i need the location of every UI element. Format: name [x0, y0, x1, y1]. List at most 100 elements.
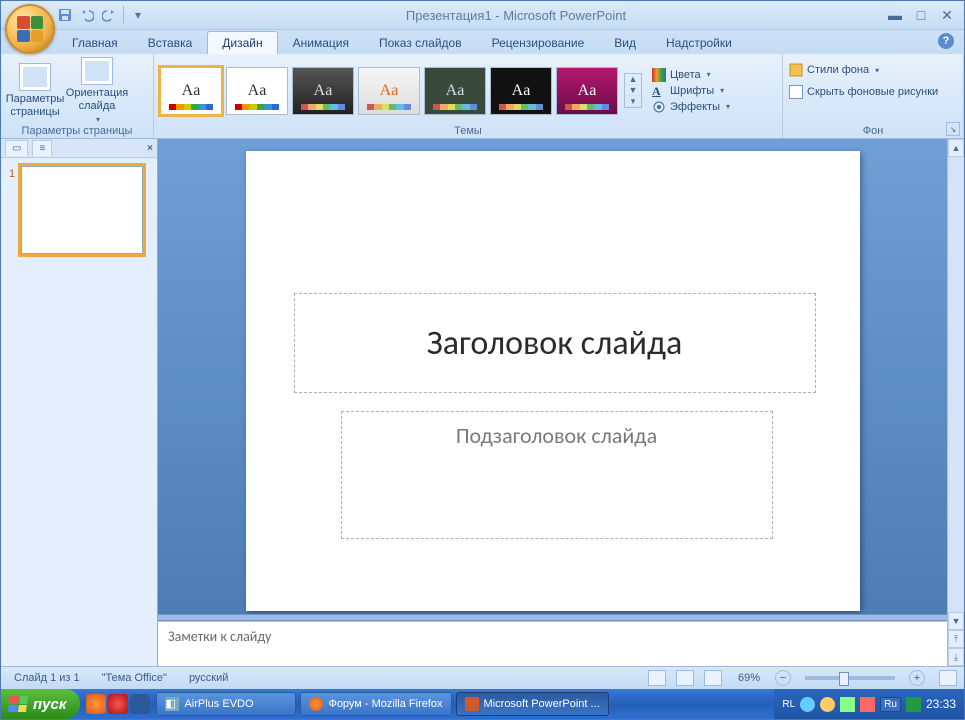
windows-logo-icon — [8, 696, 28, 712]
colors-icon — [652, 68, 666, 82]
qat-dropdown-icon[interactable]: ▾ — [130, 7, 146, 23]
window-title: Презентация1 - Microsoft PowerPoint — [146, 8, 886, 23]
ribbon: Параметры страницы Ориентация слайда▾ Па… — [1, 54, 964, 139]
view-slideshow-button[interactable] — [704, 670, 722, 686]
zoom-out-button[interactable]: − — [775, 670, 791, 686]
tab-home[interactable]: Главная — [57, 31, 133, 54]
slide-orientation-button[interactable]: Ориентация слайда▾ — [69, 57, 125, 123]
status-language[interactable]: русский — [182, 671, 235, 685]
outline-tab-icon[interactable]: ▭ — [5, 140, 28, 156]
workspace: ▭ ≡ × 1 Заголовок слайда Подзаголовок сл… — [1, 139, 964, 666]
theme-effects-button[interactable]: Эффекты▾ — [652, 100, 730, 114]
undo-icon[interactable] — [79, 7, 95, 23]
tab-addins[interactable]: Надстройки — [651, 31, 747, 54]
tray-icon-2[interactable] — [820, 697, 835, 712]
redo-icon[interactable] — [101, 7, 117, 23]
subtitle-placeholder[interactable]: Подзаголовок слайда — [341, 411, 773, 539]
titlebar: ▾ Презентация1 - Microsoft PowerPoint ▬ … — [1, 1, 964, 30]
tray-icon-5[interactable] — [906, 697, 921, 712]
maximize-button[interactable]: □ — [912, 7, 930, 24]
view-normal-button[interactable] — [648, 670, 666, 686]
background-styles-button[interactable]: Стили фона▾ — [789, 63, 879, 77]
hide-bg-graphics-checkbox[interactable]: Скрыть фоновые рисунки — [789, 85, 938, 99]
tab-review[interactable]: Рецензирование — [477, 31, 600, 54]
theme-4[interactable]: Aa — [358, 67, 420, 115]
scroll-down-icon[interactable]: ▼ — [948, 612, 964, 630]
panel-close-icon[interactable]: × — [147, 143, 153, 154]
office-button[interactable] — [5, 4, 55, 54]
zoom-in-button[interactable]: + — [909, 670, 925, 686]
tab-slideshow[interactable]: Показ слайдов — [364, 31, 477, 54]
ql-misc-icon[interactable] — [130, 694, 150, 714]
taskbar-app-1-label: AirPlus EVDO — [184, 698, 253, 710]
taskbar-app-3-label: Microsoft PowerPoint ... — [484, 698, 600, 710]
theme-3[interactable]: Aa — [292, 67, 354, 115]
close-button[interactable]: ✕ — [938, 7, 956, 24]
page-setup-button[interactable]: Параметры страницы — [7, 63, 63, 118]
fit-slide-button[interactable] — [939, 670, 957, 686]
subtitle-text: Подзаголовок слайда — [456, 422, 657, 449]
tray-icon-4[interactable] — [860, 697, 875, 712]
vertical-scrollbar[interactable]: ▲ ▼ ⤒ ⤓ — [947, 139, 964, 666]
lang-indicator[interactable]: RL — [782, 699, 795, 710]
keyboard-layout[interactable]: Ru — [880, 697, 901, 712]
group-page-setup: Параметры страницы — [7, 124, 147, 138]
ribbon-tabs: Главная Вставка Дизайн Анимация Показ сл… — [1, 30, 964, 54]
orientation-label: Ориентация слайда — [66, 87, 128, 112]
background-dialog-launcher[interactable]: ↘ — [946, 122, 960, 136]
tab-view[interactable]: Вид — [599, 31, 651, 54]
minimize-button[interactable]: ▬ — [886, 7, 904, 24]
slide-canvas[interactable]: Заголовок слайда Подзаголовок слайда — [158, 139, 947, 614]
slides-panel: ▭ ≡ × 1 — [1, 139, 158, 666]
taskbar-app-2[interactable]: Форум - Mozilla Firefox — [300, 692, 451, 716]
theme-7[interactable]: Aa — [556, 67, 618, 115]
prev-slide-icon[interactable]: ⤒ — [948, 630, 964, 648]
slides-tab-icon[interactable]: ≡ — [32, 140, 52, 156]
zoom-percent[interactable]: 69% — [731, 671, 767, 685]
group-themes: Темы — [160, 124, 776, 138]
theme-gallery-scroll[interactable]: ▲▼▾ — [624, 73, 642, 108]
theme-office[interactable]: Aa — [160, 67, 222, 115]
taskbar-app-2-label: Форум - Mozilla Firefox — [328, 698, 442, 710]
ql-firefox-icon[interactable] — [86, 694, 106, 714]
notes-placeholder: Заметки к слайду — [168, 628, 271, 645]
next-slide-icon[interactable]: ⤓ — [948, 648, 964, 666]
slide-thumbnail-1[interactable]: 1 — [9, 166, 149, 254]
theme-colors-button[interactable]: Цвета▾ — [652, 68, 730, 82]
help-icon[interactable]: ? — [938, 33, 954, 49]
save-icon[interactable] — [57, 7, 73, 23]
ql-opera-icon[interactable] — [108, 694, 128, 714]
title-text: Заголовок слайда — [427, 323, 683, 364]
title-placeholder[interactable]: Заголовок слайда — [294, 293, 816, 393]
statusbar: Слайд 1 из 1 "Тема Office" русский 69% −… — [1, 666, 964, 689]
zoom-slider[interactable] — [805, 676, 895, 680]
status-slide-count[interactable]: Слайд 1 из 1 — [7, 671, 87, 685]
tab-animation[interactable]: Анимация — [278, 31, 364, 54]
tab-design[interactable]: Дизайн — [207, 31, 277, 54]
status-theme[interactable]: "Тема Office" — [95, 671, 174, 685]
theme-gallery: Aa Aa Aa Aa Aa Aa Aa ▲▼▾ — [160, 67, 642, 115]
taskbar-app-1[interactable]: ◧AirPlus EVDO — [156, 692, 296, 716]
clock[interactable]: 23:33 — [926, 697, 956, 711]
tab-insert[interactable]: Вставка — [133, 31, 208, 54]
theme-2[interactable]: Aa — [226, 67, 288, 115]
theme-5[interactable]: Aa — [424, 67, 486, 115]
theme-fonts-button[interactable]: AШрифты▾ — [652, 84, 730, 98]
orientation-icon — [81, 57, 113, 85]
start-button[interactable]: пуск — [1, 689, 80, 719]
notes-splitter[interactable] — [158, 614, 947, 621]
tray-icon-3[interactable] — [840, 697, 855, 712]
group-background: Фон — [789, 124, 957, 138]
thumb-preview — [21, 166, 143, 254]
theme-6[interactable]: Aa — [490, 67, 552, 115]
page-setup-icon — [19, 63, 51, 91]
thumb-number: 1 — [9, 168, 15, 180]
powerpoint-icon — [465, 697, 479, 711]
taskbar-app-3[interactable]: Microsoft PowerPoint ... — [456, 692, 609, 716]
tray-icon-1[interactable] — [800, 697, 815, 712]
scroll-up-icon[interactable]: ▲ — [948, 139, 964, 157]
page-setup-label: Параметры страницы — [6, 93, 65, 118]
view-sorter-button[interactable] — [676, 670, 694, 686]
firefox-icon — [309, 697, 323, 711]
notes-pane[interactable]: Заметки к слайду — [158, 621, 947, 666]
